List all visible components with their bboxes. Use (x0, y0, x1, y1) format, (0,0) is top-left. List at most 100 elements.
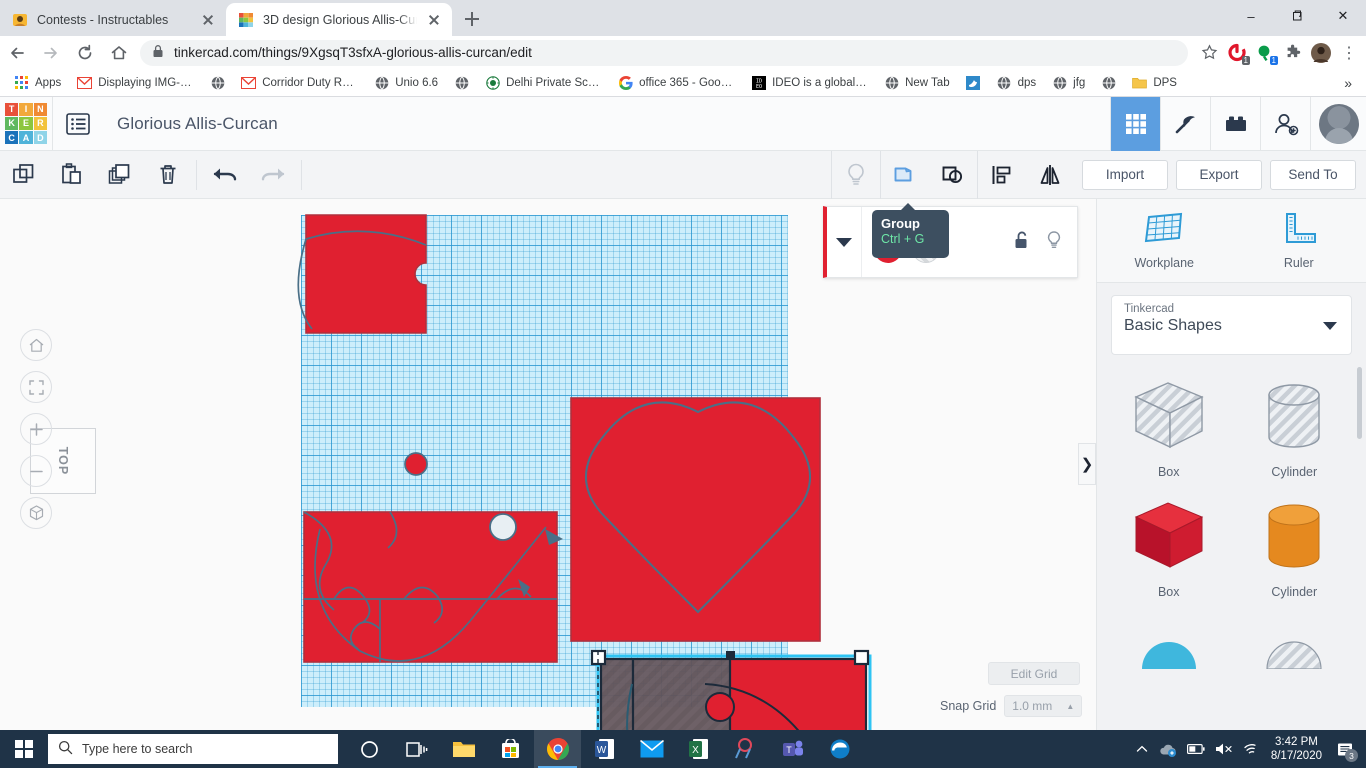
bookmark-office-365[interactable]: office 365 - Google... (610, 72, 743, 94)
bookmark-star-icon[interactable] (1196, 40, 1222, 66)
bookmark-displaying-img[interactable]: Displaying IMG-201... (69, 72, 202, 94)
microsoft-store-icon[interactable] (487, 730, 534, 768)
undo-icon[interactable] (201, 151, 249, 199)
grid-apps-icon[interactable] (1110, 96, 1160, 151)
send-to-button[interactable]: Send To (1270, 159, 1356, 190)
duplicate-icon[interactable] (96, 151, 144, 199)
tinkercad-logo-icon[interactable]: T I N K E R C A D (0, 98, 52, 150)
extension-green-icon[interactable]: 1 (1252, 40, 1278, 66)
bookmark-apps[interactable]: Apps (6, 72, 69, 94)
word-icon[interactable]: W (581, 730, 628, 768)
new-tab-button[interactable] (458, 5, 486, 33)
fit-all-icon[interactable] (20, 371, 52, 403)
workplane-tool[interactable]: Workplane (1097, 199, 1232, 282)
lightbulb-icon[interactable] (1045, 230, 1063, 255)
task-view-icon[interactable] (393, 730, 440, 768)
close-icon[interactable] (200, 12, 216, 28)
browser-tab-inactive[interactable]: Contests - Instructables (0, 3, 226, 36)
snap-grid-select[interactable]: 1.0 mm ▲ (1004, 695, 1083, 717)
zoom-in-icon[interactable] (20, 413, 52, 445)
windows-start-icon[interactable] (0, 730, 48, 768)
chrome-icon[interactable] (534, 730, 581, 768)
mirror-icon[interactable] (1026, 151, 1074, 199)
export-button[interactable]: Export (1176, 159, 1262, 190)
bookmark-dps[interactable]: dps (989, 72, 1045, 94)
workplane-grid[interactable] (301, 215, 788, 707)
ruler-tool[interactable]: Ruler (1232, 199, 1366, 282)
bookmark-new-tab[interactable]: New Tab (876, 72, 958, 94)
shape-properties-panel[interactable]: Shape (5) (823, 206, 1078, 278)
ortho-perspective-icon[interactable] (20, 497, 52, 529)
extension-red-icon[interactable]: 1 (1224, 40, 1250, 66)
bookmark-jfg[interactable]: jfg (1044, 72, 1093, 94)
taskbar-clock[interactable]: 3:42 PM 8/17/2020 (1271, 735, 1322, 763)
copy-icon[interactable] (0, 151, 48, 199)
home-icon[interactable] (102, 36, 136, 69)
browser-tab-active[interactable]: 3D design Glorious Allis-Curcan | (226, 3, 452, 36)
reload-icon[interactable] (68, 36, 102, 69)
close-icon[interactable] (426, 12, 442, 28)
maximize-button[interactable] (1274, 0, 1320, 32)
bookmark-corridor-duty[interactable]: Corridor Duty Repo... (233, 72, 366, 94)
bookmark-ideo[interactable]: IDEO IDEO is a global de... (743, 72, 876, 94)
chrome-menu-icon[interactable]: ⋮ (1336, 40, 1362, 66)
redo-icon[interactable] (249, 151, 297, 199)
edge-icon[interactable] (816, 730, 863, 768)
battery-icon[interactable] (1186, 743, 1205, 755)
import-button[interactable]: Import (1082, 159, 1168, 190)
shape-item-red-box[interactable]: Box (1111, 493, 1227, 599)
shape-item-orange-cylinder[interactable]: Cylinder (1237, 493, 1353, 599)
pickaxe-icon[interactable] (1160, 96, 1210, 151)
volume-muted-icon[interactable] (1215, 742, 1233, 756)
align-icon[interactable] (978, 151, 1026, 199)
shape-library-select[interactable]: Tinkercad Basic Shapes (1111, 295, 1352, 355)
edit-grid-button[interactable]: Edit Grid (988, 662, 1080, 685)
shape-item-hole-cylinder[interactable]: Cylinder (1237, 373, 1353, 479)
project-list-icon[interactable] (53, 97, 103, 151)
chevron-down-icon[interactable] (827, 207, 861, 277)
panel-collapse-toggle[interactable]: ❯ (1078, 443, 1096, 485)
notification-center-icon[interactable]: 3 (1332, 730, 1358, 768)
extensions-puzzle-icon[interactable] (1280, 40, 1306, 66)
taskbar-search-box[interactable]: Type here to search (48, 734, 338, 764)
bookmarks-overflow-button[interactable]: » (1336, 72, 1360, 94)
bookmark-delhi-private-school[interactable]: Delhi Private Schoo... (477, 72, 610, 94)
lightbulb-icon[interactable] (832, 151, 880, 199)
back-icon[interactable] (0, 36, 34, 69)
sidebar-scrollbar[interactable] (1357, 367, 1362, 439)
lego-brick-icon[interactable] (1210, 96, 1260, 151)
minimize-button[interactable]: – (1228, 0, 1274, 32)
zoom-out-icon[interactable] (20, 455, 52, 487)
paste-icon[interactable] (48, 151, 96, 199)
snip-sketch-icon[interactable] (722, 730, 769, 768)
design-canvas[interactable]: TOP (0, 199, 1096, 730)
add-person-icon[interactable] (1260, 96, 1310, 151)
address-bar[interactable]: tinkercad.com/things/9XgsqT3sfxA-gloriou… (140, 39, 1188, 66)
bookmark-globe-4[interactable] (1093, 72, 1124, 94)
shape-item-hole-sphere-partial[interactable] (1237, 613, 1353, 669)
show-hidden-icons-chevron[interactable] (1135, 742, 1149, 756)
mail-icon[interactable] (628, 730, 675, 768)
shape-item-hole-box[interactable]: Box (1111, 373, 1227, 479)
home-view-icon[interactable] (20, 329, 52, 361)
unlock-icon[interactable] (1013, 230, 1031, 255)
group-icon[interactable] (881, 151, 929, 199)
delete-icon[interactable] (144, 151, 192, 199)
ungroup-icon[interactable] (929, 151, 977, 199)
cortana-icon[interactable] (346, 730, 393, 768)
avatar[interactable] (1310, 96, 1366, 151)
excel-icon[interactable]: X (675, 730, 722, 768)
onedrive-sync-icon[interactable] (1159, 742, 1177, 757)
close-window-button[interactable]: ✕ (1320, 0, 1366, 32)
file-explorer-icon[interactable] (440, 730, 487, 768)
profile-avatar-icon[interactable] (1308, 40, 1334, 66)
bookmark-globe-3[interactable] (446, 72, 477, 94)
shape-item-sphere-partial[interactable] (1111, 613, 1227, 669)
bookmark-globe-2[interactable]: Unio 6.6 (366, 72, 446, 94)
bookmark-bird-icon[interactable] (958, 72, 989, 94)
teams-icon[interactable]: T (769, 730, 816, 768)
bookmark-folder-dps[interactable]: DPS (1124, 72, 1185, 94)
wifi-icon[interactable] (1243, 742, 1261, 756)
forward-icon[interactable] (34, 36, 68, 69)
bookmark-globe-1[interactable] (202, 72, 233, 94)
